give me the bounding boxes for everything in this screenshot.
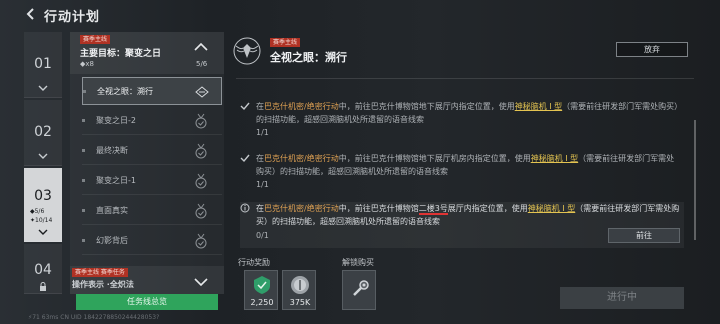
chapter-number: 01 bbox=[34, 56, 52, 72]
coin-icon bbox=[291, 276, 309, 294]
reward-item[interactable]: 2,250 bbox=[244, 270, 278, 310]
quest-item[interactable]: 全视之眼：溯行 bbox=[82, 77, 222, 105]
task-description: 在巴克什机密/绝密行动中，前往巴克什博物馆地下展厅内指定位置，使用神秘脑机 I … bbox=[256, 102, 679, 124]
reward-item[interactable]: 375K bbox=[282, 270, 316, 310]
abandon-button[interactable]: 放弃 bbox=[616, 42, 688, 57]
in-progress-button[interactable]: 进行中 bbox=[560, 287, 684, 309]
quest-item-label: 最终决断 bbox=[96, 146, 128, 155]
lock-icon bbox=[40, 282, 46, 291]
checkmark-icon bbox=[240, 102, 250, 111]
chevron-down-icon bbox=[38, 229, 48, 235]
objective-reward-count: ◆x8 bbox=[80, 60, 94, 68]
chevron-down-icon[interactable] bbox=[194, 278, 208, 286]
rewards-label: 行动奖励 bbox=[238, 258, 270, 267]
bullet bbox=[83, 90, 86, 93]
quest-item-label: 幻影背后 bbox=[96, 236, 128, 245]
main-objective-title: 主要目标：聚变之日 bbox=[80, 49, 162, 59]
chapter-number: 04 bbox=[34, 262, 52, 278]
status-footer: ⚡71 63ms CN UID 1842278850244428053? bbox=[28, 314, 160, 321]
chapter-column: 01 02 03 ◆5/6 ✦10/14 04 bbox=[24, 32, 62, 294]
device-tool-icon bbox=[353, 280, 369, 296]
chapter-number: 03 bbox=[34, 188, 52, 204]
quest-overview-button[interactable]: 任务线总览 bbox=[76, 294, 218, 310]
chapter-progress-b: ✦10/14 bbox=[30, 217, 53, 224]
chapter-01[interactable]: 01 bbox=[24, 32, 62, 98]
checkmark-icon bbox=[240, 154, 250, 163]
task-progress: 1/1 bbox=[256, 180, 269, 189]
reward-amount: 375K bbox=[289, 298, 311, 307]
quest-item-label: 聚变之日-2 bbox=[96, 116, 136, 125]
main-objective-header[interactable]: 赛季主线 主要目标：聚变之日 ◆x8 5/6 bbox=[70, 32, 224, 74]
chapter-02[interactable]: 02 bbox=[24, 100, 62, 166]
top-bar: 行动计划 bbox=[0, 0, 720, 30]
quest-list: 赛季主线 主要目标：聚变之日 ◆x8 5/6 全视之眼：溯行 聚变之日-2 最终… bbox=[70, 32, 224, 294]
chapter-04[interactable]: 04 bbox=[24, 244, 62, 294]
quest-item-label: 聚变之日-1 bbox=[96, 176, 136, 185]
quest-item[interactable]: 聚变之日-2 bbox=[82, 107, 222, 135]
task-item: 在巴克什机密/绝密行动中，前往巴克什博物馆地下展厅机房内指定位置，使用神秘脑机 … bbox=[240, 152, 684, 196]
chapter-progress-a: ◆5/6 bbox=[30, 208, 45, 215]
task-progress: 0/1 bbox=[256, 231, 269, 240]
quest-item[interactable]: 直面真实 bbox=[82, 197, 222, 225]
medal-check-icon bbox=[195, 233, 207, 249]
quest-item[interactable]: 聚变之日-1 bbox=[82, 167, 222, 195]
scrollbar[interactable] bbox=[694, 120, 696, 240]
chevron-up-icon[interactable] bbox=[194, 42, 208, 51]
bullet bbox=[82, 119, 85, 122]
task-progress: 1/1 bbox=[256, 128, 269, 137]
objective-progress: 5/6 bbox=[196, 60, 208, 68]
next-objective-header[interactable]: 赛季主线 赛季任务 操作表示 ·全炽法 bbox=[70, 266, 224, 294]
info-icon bbox=[240, 203, 250, 213]
bullet bbox=[82, 179, 85, 182]
chevron-down-icon bbox=[38, 85, 48, 91]
quest-detail-panel: 赛季主线 全视之眼：溯行 放弃 在巴克什机密/绝密行动中，前往巴克什博物馆地下展… bbox=[228, 32, 704, 258]
task-item: 在巴克什机密/绝密行动中，前往巴克什博物馆地下展厅内指定位置，使用神秘脑机 I … bbox=[240, 100, 684, 144]
winged-emblem-icon bbox=[233, 37, 261, 65]
next-objective-title: 操作表示 ·全炽法 bbox=[72, 280, 134, 289]
page-title: 行动计划 bbox=[44, 10, 101, 25]
quest-item[interactable]: 幻影背后 bbox=[82, 227, 222, 255]
quest-title: 全视之眼：溯行 bbox=[270, 51, 347, 64]
bullet bbox=[82, 209, 85, 212]
chapter-03[interactable]: 03 ◆5/6 ✦10/14 bbox=[24, 168, 62, 242]
reward-amount: 2,250 bbox=[250, 298, 274, 307]
green-shield-icon bbox=[254, 276, 270, 294]
task-description: 在巴克什机密/绝密行动中，前往巴克什博物馆地下展厅机房内指定位置，使用神秘脑机 … bbox=[256, 154, 675, 176]
task-description: 在巴克什机密/绝密行动中，前往巴克什博物馆二楼3号展厅内指定位置，使用神秘脑机 … bbox=[256, 204, 680, 226]
season-main-tag: 赛季主线 bbox=[270, 38, 301, 47]
bullet bbox=[82, 149, 85, 152]
season-main-tag: 赛季主线 bbox=[80, 35, 111, 44]
goto-button[interactable]: 前往 bbox=[608, 228, 680, 243]
next-objective-tag: 赛季主线 赛季任务 bbox=[72, 268, 128, 277]
bullet bbox=[82, 239, 85, 242]
medal-check-icon bbox=[195, 113, 207, 129]
medal-check-icon bbox=[195, 143, 207, 159]
medal-check-icon bbox=[195, 203, 207, 219]
quest-item-label: 全视之眼：溯行 bbox=[97, 87, 153, 96]
divider bbox=[236, 78, 694, 79]
unlock-purchase-label: 解锁购买 bbox=[342, 258, 374, 267]
diamond-badge-icon bbox=[195, 86, 209, 98]
chevron-down-icon bbox=[38, 153, 48, 159]
medal-check-icon bbox=[195, 173, 207, 189]
quest-item-label: 直面真实 bbox=[96, 206, 128, 215]
back-arrow-icon[interactable] bbox=[24, 7, 38, 21]
chapter-number: 02 bbox=[34, 124, 52, 140]
quest-item[interactable]: 最终决断 bbox=[82, 137, 222, 165]
unlock-item[interactable] bbox=[342, 270, 376, 310]
